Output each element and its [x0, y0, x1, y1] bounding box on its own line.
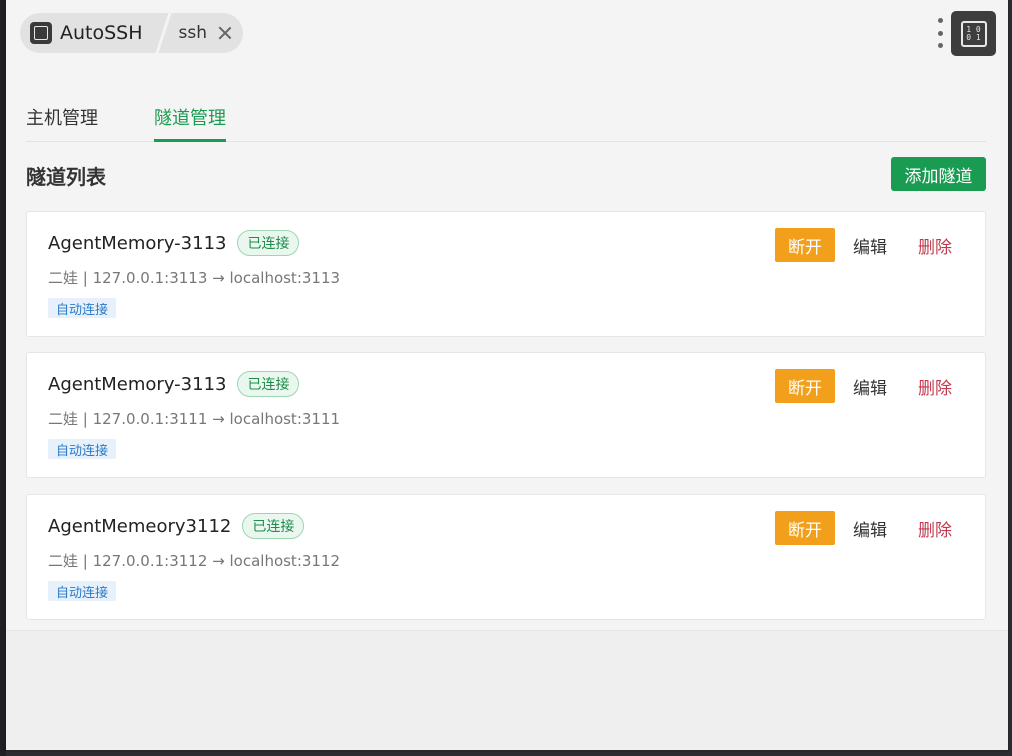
tunnel-card: AgentMemeory3112 已连接 二娃 | 127.0.0.1:3112…: [26, 494, 986, 620]
edit-button[interactable]: 编辑: [842, 511, 898, 545]
terminal-icon: [30, 22, 52, 44]
tunnel-detail: 二娃 | 127.0.0.1:3112 → localhost:3112: [48, 552, 341, 570]
status-badge: 已连接: [237, 371, 300, 397]
title-bar: AutoSSH ssh 1 00 1: [6, 0, 1008, 68]
auto-connect-tag: 自动连接: [48, 581, 117, 601]
empty-area: [6, 630, 1008, 750]
disconnect-button[interactable]: 断开: [775, 511, 835, 545]
auto-connect-tag: 自动连接: [48, 298, 117, 318]
disconnect-button[interactable]: 断开: [775, 228, 835, 262]
tab-host-management[interactable]: 主机管理: [26, 100, 98, 141]
tunnel-detail: 二娃 | 127.0.0.1:3113 → localhost:3113: [48, 269, 341, 287]
tab-ssh-label: ssh: [178, 23, 208, 43]
auto-connect-tag: 自动连接: [48, 439, 117, 459]
tab-strip: AutoSSH ssh: [20, 13, 244, 53]
app-window: AutoSSH ssh 1 00 1 主机管理 隧道管理 隧道列表 添加隧道 A…: [6, 0, 1008, 750]
more-vertical-icon[interactable]: [934, 18, 946, 48]
edit-button[interactable]: 编辑: [842, 369, 898, 403]
status-badge: 已连接: [242, 513, 305, 539]
delete-button[interactable]: 删除: [907, 511, 963, 545]
nav-tabs: 主机管理 隧道管理: [26, 100, 986, 142]
tunnel-name: AgentMemory-3113: [48, 232, 227, 254]
delete-button[interactable]: 删除: [907, 228, 963, 262]
chip-divider: [157, 13, 171, 53]
delete-button[interactable]: 删除: [907, 369, 963, 403]
tab-tunnel-management[interactable]: 隧道管理: [154, 100, 226, 142]
edit-button[interactable]: 编辑: [842, 228, 898, 262]
section-title: 隧道列表: [26, 165, 106, 189]
tunnel-card: AgentMemory-3113 已连接 二娃 | 127.0.0.1:3113…: [26, 211, 986, 337]
tunnel-detail: 二娃 | 127.0.0.1:3111 → localhost:3111: [48, 410, 341, 428]
close-icon[interactable]: [217, 25, 233, 41]
tunnel-name: AgentMemory-3113: [48, 373, 227, 395]
app-chip[interactable]: AutoSSH: [30, 13, 157, 53]
disconnect-button[interactable]: 断开: [775, 369, 835, 403]
app-name: AutoSSH: [60, 22, 143, 44]
tunnel-name: AgentMemeory3112: [48, 515, 232, 537]
tab-ssh[interactable]: ssh: [171, 13, 234, 53]
status-badge: 已连接: [237, 230, 300, 256]
binary-icon[interactable]: 1 00 1: [951, 11, 996, 56]
tunnel-card: AgentMemory-3113 已连接 二娃 | 127.0.0.1:3111…: [26, 352, 986, 478]
add-tunnel-button[interactable]: 添加隧道: [891, 157, 986, 191]
